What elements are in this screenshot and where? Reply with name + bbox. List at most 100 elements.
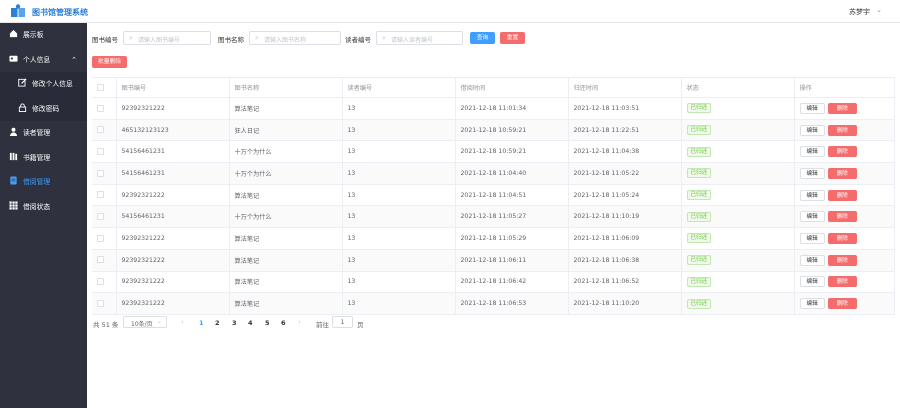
book-logo-icon: [11, 4, 25, 17]
row-checkbox[interactable]: [97, 191, 104, 199]
reset-button[interactable]: 重置: [500, 32, 525, 44]
book-name-cell: 十万个为什么: [229, 140, 343, 164]
delete-button[interactable]: 删除: [827, 167, 857, 179]
page-number[interactable]: 5: [265, 319, 270, 327]
status-badge: 已归还: [686, 168, 712, 179]
page-number[interactable]: 2: [215, 319, 220, 327]
delete-button[interactable]: 删除: [827, 124, 857, 136]
book-name-cell: 算法笔记: [229, 292, 343, 315]
page-number[interactable]: 6: [281, 319, 286, 327]
borrow-time-cell: 2021-12-18 11:04:51: [455, 184, 569, 207]
sidebar-item-profile[interactable]: 个人信息 ⌃: [0, 48, 87, 73]
table-row: 92392321222 算法笔记 13 2021-12-18 11:06:53 2021…: [92, 292, 895, 315]
actions-cell: 编辑 删除: [794, 227, 895, 250]
column-header: 图书编号: [116, 77, 230, 98]
top-bar: 图书馆管理系统 苏梦宇 ⌄: [0, 0, 900, 23]
books-icon: [9, 152, 18, 160]
page-number[interactable]: 3: [232, 319, 237, 327]
edit-button[interactable]: 编辑: [799, 211, 825, 223]
sidebar-item-borrow[interactable]: 借阅管理: [0, 170, 87, 195]
batch-delete-button[interactable]: 批量删除: [92, 56, 127, 68]
table-row: 54156461231 十万个为什么 13 2021-12-18 11:05:27 20…: [92, 205, 895, 229]
edit-button[interactable]: 编辑: [799, 232, 825, 244]
row-checkbox[interactable]: [97, 147, 104, 155]
row-checkbox-cell: [92, 162, 117, 185]
chevron-down-icon[interactable]: ⌄: [876, 6, 882, 14]
sidebar-item-borrow-status[interactable]: 借阅状态: [0, 195, 87, 220]
document-icon: [10, 176, 17, 185]
search-icon: ⌕: [255, 34, 259, 42]
page-size-select[interactable]: 10条/页 ⌄: [123, 316, 167, 328]
status-badge: 已归还: [686, 103, 712, 114]
user-name[interactable]: 苏梦宇: [849, 7, 870, 17]
reader-no-input[interactable]: ⌕ 请输入读者编号: [376, 31, 463, 45]
search-button[interactable]: 查询: [470, 32, 495, 44]
delete-button[interactable]: 删除: [827, 146, 857, 158]
goto-page-input[interactable]: 1: [332, 316, 353, 328]
column-header: 操作: [794, 77, 895, 98]
row-checkbox[interactable]: [97, 169, 104, 177]
delete-button[interactable]: 删除: [827, 211, 857, 223]
actions-cell: 编辑 删除: [794, 271, 895, 294]
edit-button[interactable]: 编辑: [799, 167, 825, 179]
sidebar-item-label: 展示板: [23, 31, 44, 39]
chevron-down-icon: ⌄: [156, 318, 162, 325]
reader-no-label: 读者编号: [345, 36, 371, 44]
sidebar-item-label: 个人信息: [23, 55, 51, 64]
edit-button[interactable]: 编辑: [799, 124, 825, 136]
row-checkbox[interactable]: [97, 299, 104, 307]
row-checkbox[interactable]: [97, 126, 104, 134]
reader-no-placeholder: 请输入读者编号: [391, 37, 434, 44]
delete-button[interactable]: 删除: [827, 276, 857, 288]
book-name-placeholder: 请输入图书名称: [264, 37, 307, 44]
search-icon: ⌕: [129, 34, 133, 42]
return-time-cell: 2021-12-18 11:03:51: [568, 97, 682, 120]
row-checkbox-cell: [92, 249, 117, 272]
select-all-checkbox[interactable]: [97, 83, 104, 91]
book-no-cell: 54156461231: [116, 162, 230, 185]
sidebar-item-readers[interactable]: 读者管理: [0, 121, 87, 146]
delete-button[interactable]: 删除: [827, 102, 857, 114]
row-checkbox[interactable]: [97, 256, 104, 264]
delete-button[interactable]: 删除: [827, 298, 857, 310]
edit-button[interactable]: 编辑: [799, 189, 825, 201]
book-no-cell: 92392321222: [116, 184, 230, 207]
return-time-cell: 2021-12-18 11:06:52: [568, 271, 682, 294]
sidebar-item-dashboard[interactable]: 展示板: [0, 23, 87, 48]
return-time-cell: 2021-12-18 11:10:20: [568, 292, 682, 315]
goto-label: 前往: [316, 321, 329, 329]
borrow-time-cell: 2021-12-18 11:01:34: [455, 97, 569, 120]
prev-page-icon[interactable]: ‹: [181, 318, 184, 326]
actions-cell: 编辑 删除: [794, 162, 895, 185]
edit-button[interactable]: 编辑: [799, 102, 825, 114]
row-checkbox[interactable]: [97, 278, 104, 286]
sidebar-item-label: 修改密码: [32, 104, 60, 113]
edit-button[interactable]: 编辑: [799, 276, 825, 288]
book-name-cell: 十万个为什么: [229, 205, 343, 229]
book-name-input[interactable]: ⌕ 请输入图书名称: [249, 31, 341, 45]
sidebar-item-edit-profile[interactable]: 修改个人信息: [0, 72, 87, 97]
reader-no-cell: 13: [342, 119, 456, 142]
row-checkbox[interactable]: [97, 213, 104, 221]
book-no-input[interactable]: ⌕ 请输入图书编号: [123, 31, 211, 45]
row-checkbox[interactable]: [97, 234, 104, 242]
sidebar-item-change-password[interactable]: 修改密码: [0, 96, 87, 121]
page-number[interactable]: 1: [199, 319, 204, 327]
sidebar-item-books[interactable]: 书籍管理: [0, 146, 87, 171]
page-number[interactable]: 4: [248, 319, 253, 327]
book-name-cell: 算法笔记: [229, 249, 343, 272]
actions-cell: 编辑 删除: [794, 292, 895, 315]
delete-button[interactable]: 删除: [827, 189, 857, 201]
book-name-cell: 算法笔记: [229, 97, 343, 120]
edit-button[interactable]: 编辑: [799, 146, 825, 158]
edit-button[interactable]: 编辑: [799, 254, 825, 266]
edit-button[interactable]: 编辑: [799, 298, 825, 310]
delete-button[interactable]: 删除: [827, 232, 857, 244]
actions-cell: 编辑 删除: [794, 140, 895, 164]
row-checkbox-cell: [92, 271, 117, 294]
status-cell: 已归还: [681, 119, 795, 142]
delete-button[interactable]: 删除: [827, 254, 857, 266]
row-checkbox[interactable]: [97, 104, 104, 112]
select-all-cell[interactable]: [92, 77, 117, 98]
next-page-icon[interactable]: ›: [298, 318, 301, 326]
